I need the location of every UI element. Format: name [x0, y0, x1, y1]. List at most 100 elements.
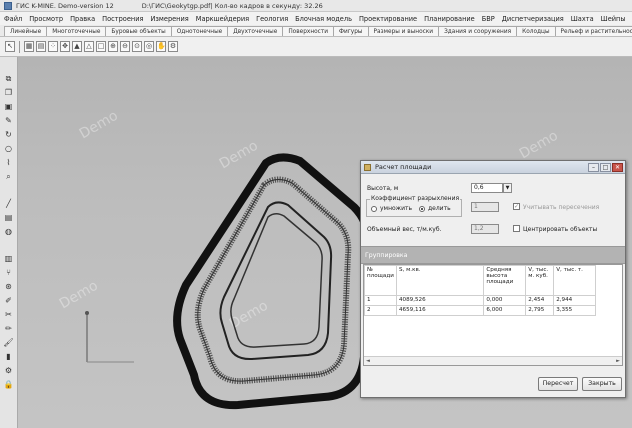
move-icon[interactable]: ✥	[60, 41, 70, 52]
maximize-icon[interactable]: □	[600, 162, 611, 172]
layers-icon[interactable]: ▤	[36, 41, 46, 52]
table-row[interactable]: 2 4659,116 6,000 2,795 3,355	[364, 305, 596, 316]
brush-icon[interactable]: 🖌	[3, 337, 14, 348]
table-icon[interactable]: ▥	[3, 253, 14, 264]
close-icon[interactable]: ✕	[612, 162, 623, 172]
table-cell: 2,944	[553, 295, 596, 306]
minimize-icon[interactable]: –	[588, 162, 599, 172]
grouping-section[interactable]: Группировка	[361, 246, 625, 264]
center-objects-checkbox-label: Центрировать объекты	[523, 226, 598, 233]
object-tab[interactable]: Двухточечные	[227, 26, 284, 36]
cursor-icon[interactable]: ↖	[5, 41, 15, 52]
divide-radio[interactable]	[419, 206, 425, 212]
points-icon[interactable]: ⁘	[48, 41, 58, 52]
menu-item[interactable]: БВР	[482, 15, 495, 23]
lock-icon[interactable]: 🔒	[3, 379, 14, 390]
triangle-outline-icon[interactable]: △	[84, 41, 94, 52]
object-tab[interactable]: Буровые объекты	[105, 26, 172, 36]
layer-icon[interactable]: ⧉	[3, 73, 14, 84]
intersections-checkbox-label: Учитывать пересечения	[523, 204, 600, 211]
object-tab[interactable]: Однотонечные	[170, 26, 229, 36]
horizontal-scrollbar[interactable]: ◄ ►	[364, 356, 622, 365]
table-cell: 6,000	[483, 305, 527, 316]
object-tab[interactable]: Здания и сооружения	[438, 26, 518, 36]
menu-item[interactable]: Построения	[102, 15, 143, 23]
menu-item[interactable]: Диспетчеризация	[502, 15, 564, 23]
search-icon[interactable]: ⌕	[3, 171, 14, 182]
divide-radio-label: делить	[428, 205, 451, 212]
scroll-left-icon[interactable]: ◄	[366, 358, 370, 364]
multiply-radio[interactable]	[371, 206, 377, 212]
table-cell: 2,454	[525, 295, 555, 306]
density-input[interactable]: 1,2	[471, 224, 499, 234]
pen-icon[interactable]: ✎	[3, 115, 14, 126]
menu-item[interactable]: Файл	[4, 15, 22, 23]
properties-icon[interactable]: ▣	[3, 101, 14, 112]
column-header-volume[interactable]: V, тыс. м. куб.	[525, 265, 555, 296]
menu-item[interactable]: Шахта	[571, 15, 594, 23]
column-header-area[interactable]: S, м.кв.	[395, 265, 485, 296]
save-icon[interactable]: ▤	[3, 212, 14, 223]
density-label: Объемный вес, т/м.куб.	[367, 226, 442, 233]
pan-icon[interactable]: ✋	[156, 41, 166, 52]
table-cell: 1	[364, 295, 397, 306]
menu-bar: Файл Просмотр Правка Построения Измерения Мар…	[0, 12, 632, 25]
object-tab[interactable]: Размеры и выноски	[367, 26, 440, 36]
rectangle-icon[interactable]: □	[96, 41, 106, 52]
coefficient-input[interactable]: 1	[471, 202, 499, 212]
close-button[interactable]: Закрыть	[582, 377, 622, 391]
edit-icon[interactable]: ✐	[3, 295, 14, 306]
gear-icon[interactable]: ⚙	[3, 365, 14, 376]
circle-icon[interactable]: ○	[3, 143, 14, 154]
table-row[interactable]: 1 4089,526 0,000 2,454 2,944	[364, 295, 596, 306]
globe-icon[interactable]: ◍	[3, 226, 14, 237]
zoom-in-icon[interactable]: ⊕	[108, 41, 118, 52]
fork-icon[interactable]: ⑂	[3, 267, 14, 278]
line-icon[interactable]: ╱	[3, 198, 14, 209]
column-header-avg-height[interactable]: Средняя высота площади	[483, 265, 527, 296]
object-tab[interactable]: Колодцы	[516, 26, 556, 36]
target-icon[interactable]: ⊛	[3, 281, 14, 292]
object-tab[interactable]: Рельеф и растительность	[554, 26, 632, 36]
object-tab[interactable]: Поверхности	[282, 26, 334, 36]
zoom-out-icon[interactable]: ⊖	[120, 41, 130, 52]
object-tab[interactable]: Фигуры	[333, 26, 369, 36]
object-tab[interactable]: Многоточечные	[46, 26, 107, 36]
zoom-window-icon[interactable]: ⊙	[132, 41, 142, 52]
dialog-title-bar[interactable]: Расчет площади – □ ✕	[361, 161, 625, 174]
object-tab[interactable]: Линейные	[4, 26, 48, 36]
menu-item[interactable]: Шейпы	[601, 15, 626, 23]
scroll-right-icon[interactable]: ►	[616, 358, 620, 364]
triangle-icon[interactable]: ▲	[72, 41, 82, 52]
measure-icon[interactable]: ⌇	[3, 157, 14, 168]
height-select[interactable]: 0,6	[471, 183, 503, 193]
menu-item[interactable]: Блочная модель	[295, 15, 352, 23]
menu-item[interactable]: Маркшейдерия	[196, 15, 249, 23]
menu-item[interactable]: Правка	[70, 15, 95, 23]
draw-icon[interactable]: ✏	[3, 323, 14, 334]
settings-icon[interactable]: ⚙	[168, 41, 178, 52]
table-cell: 2	[364, 305, 397, 316]
center-objects-checkbox[interactable]	[513, 225, 520, 232]
app-title: ГИС K-MINE. Demo-version 12	[16, 1, 114, 10]
results-table-container: № площади S, м.кв. Средняя высота площад…	[363, 264, 623, 366]
scissors-icon[interactable]: ✂	[3, 309, 14, 320]
multiply-radio-label: умножить	[380, 205, 413, 212]
stats-icon[interactable]: ▮	[3, 351, 14, 362]
menu-item[interactable]: Проектирование	[359, 15, 417, 23]
chevron-down-icon[interactable]: ▼	[503, 183, 512, 193]
intersections-checkbox[interactable]: ✓	[513, 203, 520, 210]
zoom-fit-icon[interactable]: ◎	[144, 41, 154, 52]
column-header-area-number[interactable]: № площади	[364, 265, 397, 296]
menu-item[interactable]: Планирование	[424, 15, 475, 23]
copy-icon[interactable]: ❐	[3, 87, 14, 98]
grid-icon[interactable]: ▦	[24, 41, 34, 52]
table-cell: 4659,116	[395, 305, 485, 316]
menu-item[interactable]: Просмотр	[29, 15, 63, 23]
toolbar-separator	[19, 40, 20, 53]
menu-item[interactable]: Измерения	[150, 15, 188, 23]
recalculate-button[interactable]: Пересчет	[538, 377, 578, 391]
column-header-mass[interactable]: V, тыс. т.	[553, 265, 596, 296]
rotate-icon[interactable]: ↻	[3, 129, 14, 140]
menu-item[interactable]: Геология	[256, 15, 288, 23]
